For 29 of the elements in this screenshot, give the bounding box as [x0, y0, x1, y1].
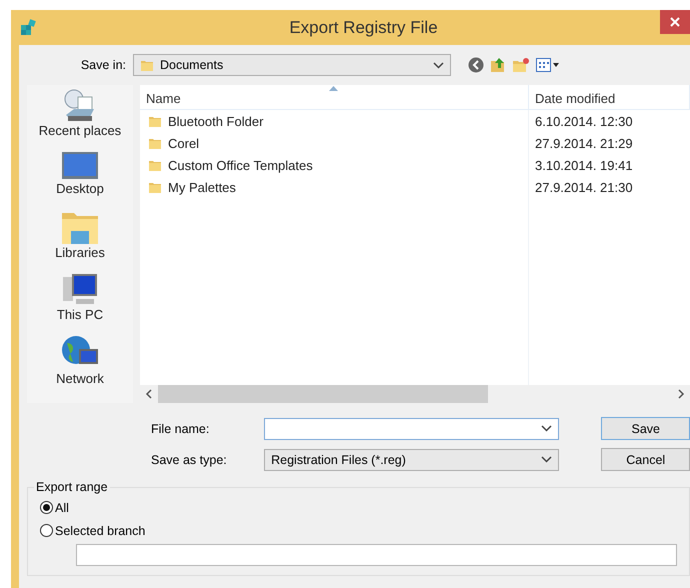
group-title: Export range — [35, 480, 109, 494]
save-in-label: Save in: — [80, 58, 127, 72]
window-title: Export Registry File — [289, 18, 438, 38]
places-bar-item[interactable]: This PC — [56, 273, 104, 322]
file-name: My Palettes — [168, 180, 236, 194]
date-modified: 27.9.2014. 21:29 — [534, 136, 634, 150]
save-as-type-label: Save as type: — [151, 452, 228, 466]
file-row[interactable]: Bluetooth Folder 6.10.2014. 12:30 — [140, 110, 690, 132]
date-modified: 6.10.2014. 12:30 — [534, 114, 634, 128]
date-modified: 27.9.2014. 21:30 — [534, 180, 634, 194]
column-header[interactable]: Date modified — [529, 85, 690, 109]
radio-option[interactable]: Selected branch — [40, 519, 677, 542]
file-row[interactable]: Corel 27.9.2014. 21:29 — [140, 132, 690, 154]
places-bar-item[interactable]: Desktop — [56, 151, 104, 196]
file-name: Custom Office Templates — [168, 158, 313, 172]
save-in-dropdown[interactable]: Documents — [133, 54, 451, 76]
file-row[interactable]: My Palettes 27.9.2014. 21:30 — [140, 176, 690, 198]
places-bar-item[interactable]: Libraries — [55, 209, 105, 260]
file-row[interactable]: Custom Office Templates 3.10.2014. 19:41 — [140, 154, 690, 176]
places-bar-item[interactable]: Recent places — [38, 89, 122, 138]
file-name: Bluetooth Folder — [168, 114, 264, 128]
save-as-type-dropdown[interactable]: Registration Files (*.reg) — [264, 448, 560, 470]
date-modified: 3.10.2014. 19:41 — [534, 158, 634, 172]
file-name: Corel — [168, 136, 200, 150]
places-bar-item[interactable]: Network — [56, 335, 104, 386]
radio-option[interactable]: All — [40, 496, 677, 519]
file-name-label: File name: — [151, 422, 210, 436]
cancel-button[interactable]: Cancel — [601, 448, 690, 471]
save-button[interactable]: Save — [601, 417, 690, 440]
